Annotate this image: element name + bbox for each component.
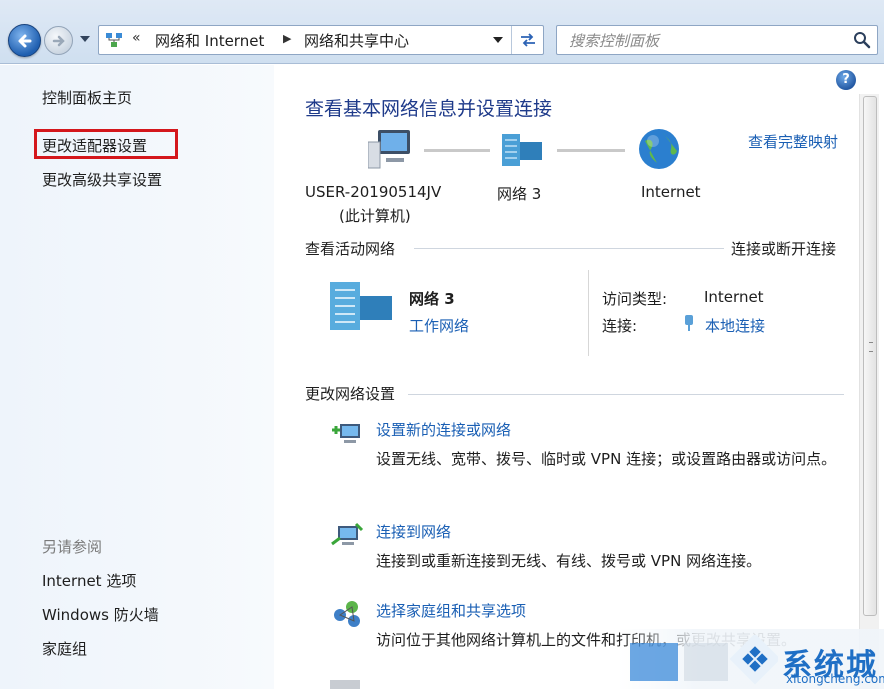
see-also-heading: 另请参阅 bbox=[42, 538, 103, 556]
connect-disconnect-link[interactable]: 连接或断开连接 bbox=[731, 238, 836, 259]
left-task-pane: 控制面板主页 更改适配器设置 更改高级共享设置 另请参阅 Internet 选项… bbox=[0, 65, 274, 689]
breadcrumb-network-internet[interactable]: 网络和 Internet bbox=[155, 30, 264, 51]
network-icon[interactable] bbox=[500, 132, 546, 168]
vertical-divider bbox=[588, 270, 589, 356]
connection-label: 连接: bbox=[602, 317, 638, 335]
network-label: 网络 3 bbox=[497, 185, 542, 203]
vertical-scrollbar[interactable] bbox=[859, 94, 879, 689]
network-building-icon[interactable] bbox=[326, 278, 396, 332]
breadcrumb-separator-icon[interactable]: ▶ bbox=[283, 32, 291, 45]
computer-icon[interactable] bbox=[368, 128, 414, 170]
internet-globe-icon[interactable] bbox=[637, 127, 681, 171]
internet-label: Internet bbox=[641, 183, 701, 201]
see-full-map-link[interactable]: 查看完整映射 bbox=[748, 131, 838, 152]
back-button[interactable] bbox=[8, 24, 41, 57]
search-icon[interactable] bbox=[853, 31, 871, 49]
setup-new-connection-link[interactable]: 设置新的连接或网络 bbox=[376, 419, 511, 440]
setup-new-connection-desc: 设置无线、宽带、拨号、临时或 VPN 连接；或设置路由器或访问点。 bbox=[376, 450, 837, 468]
connect-to-network-link[interactable]: 连接到网络 bbox=[376, 521, 451, 542]
page-title: 查看基本网络信息并设置连接 bbox=[305, 98, 553, 120]
address-overflow-chevron[interactable]: « bbox=[132, 30, 141, 46]
refresh-button[interactable] bbox=[511, 26, 544, 54]
local-connection-link[interactable]: 本地连接 bbox=[705, 315, 765, 336]
next-task-icon bbox=[330, 680, 360, 689]
search-box[interactable]: 搜索控制面板 bbox=[556, 25, 878, 55]
computer-label: USER-20190514JV bbox=[305, 183, 442, 201]
address-bar[interactable]: « 网络和 Internet ▶ 网络和共享中心 bbox=[98, 25, 544, 55]
back-arrow-icon bbox=[18, 34, 32, 48]
section-divider bbox=[408, 394, 844, 395]
homegroup-link[interactable]: 家庭组 bbox=[42, 638, 87, 659]
access-type-label: 访问类型: bbox=[602, 290, 668, 308]
scrollbar-thumb[interactable] bbox=[863, 96, 877, 616]
recent-pages-dropdown[interactable] bbox=[80, 36, 90, 42]
forward-arrow-icon bbox=[52, 35, 65, 47]
watermark-url: xitongcheng.com bbox=[786, 672, 884, 686]
computer-sublabel: (此计算机) bbox=[339, 207, 411, 225]
network-center-icon bbox=[106, 33, 122, 47]
section-divider bbox=[414, 248, 724, 249]
address-dropdown-icon[interactable] bbox=[493, 37, 503, 43]
forward-button[interactable] bbox=[44, 26, 73, 55]
internet-options-link[interactable]: Internet 选项 bbox=[42, 570, 136, 591]
setup-connection-icon[interactable] bbox=[330, 418, 364, 448]
active-networks-heading: 查看活动网络 bbox=[305, 240, 396, 258]
help-icon[interactable]: ? bbox=[836, 70, 856, 90]
navigation-toolbar: « 网络和 Internet ▶ 网络和共享中心 搜索控制面板 bbox=[0, 0, 884, 64]
change-advanced-sharing-link[interactable]: 更改高级共享设置 bbox=[42, 169, 162, 190]
network-type-link[interactable]: 工作网络 bbox=[409, 315, 469, 336]
change-settings-heading: 更改网络设置 bbox=[305, 385, 396, 403]
breadcrumb-sharing-center[interactable]: 网络和共享中心 bbox=[304, 30, 409, 51]
connection-line bbox=[424, 149, 490, 152]
choose-homegroup-link[interactable]: 选择家庭组和共享选项 bbox=[376, 600, 526, 621]
connect-to-network-icon[interactable] bbox=[330, 520, 364, 550]
active-network-name: 网络 3 bbox=[409, 290, 455, 308]
scrollbar-grip-icon bbox=[869, 342, 873, 352]
refresh-icon bbox=[521, 33, 535, 47]
access-type-value: Internet bbox=[704, 288, 764, 306]
windows-firewall-link[interactable]: Windows 防火墙 bbox=[42, 604, 159, 625]
control-panel-home-link[interactable]: 控制面板主页 bbox=[42, 87, 132, 108]
homegroup-sharing-icon[interactable] bbox=[330, 599, 364, 629]
change-adapter-settings-link[interactable]: 更改适配器设置 bbox=[42, 135, 147, 156]
ethernet-plug-icon bbox=[685, 315, 693, 331]
connect-to-network-desc: 连接到或重新连接到无线、有线、拨号或 VPN 网络连接。 bbox=[376, 552, 762, 570]
connection-line bbox=[557, 149, 625, 152]
watermark-logo-icon bbox=[630, 635, 778, 685]
search-placeholder: 搜索控制面板 bbox=[569, 32, 660, 50]
